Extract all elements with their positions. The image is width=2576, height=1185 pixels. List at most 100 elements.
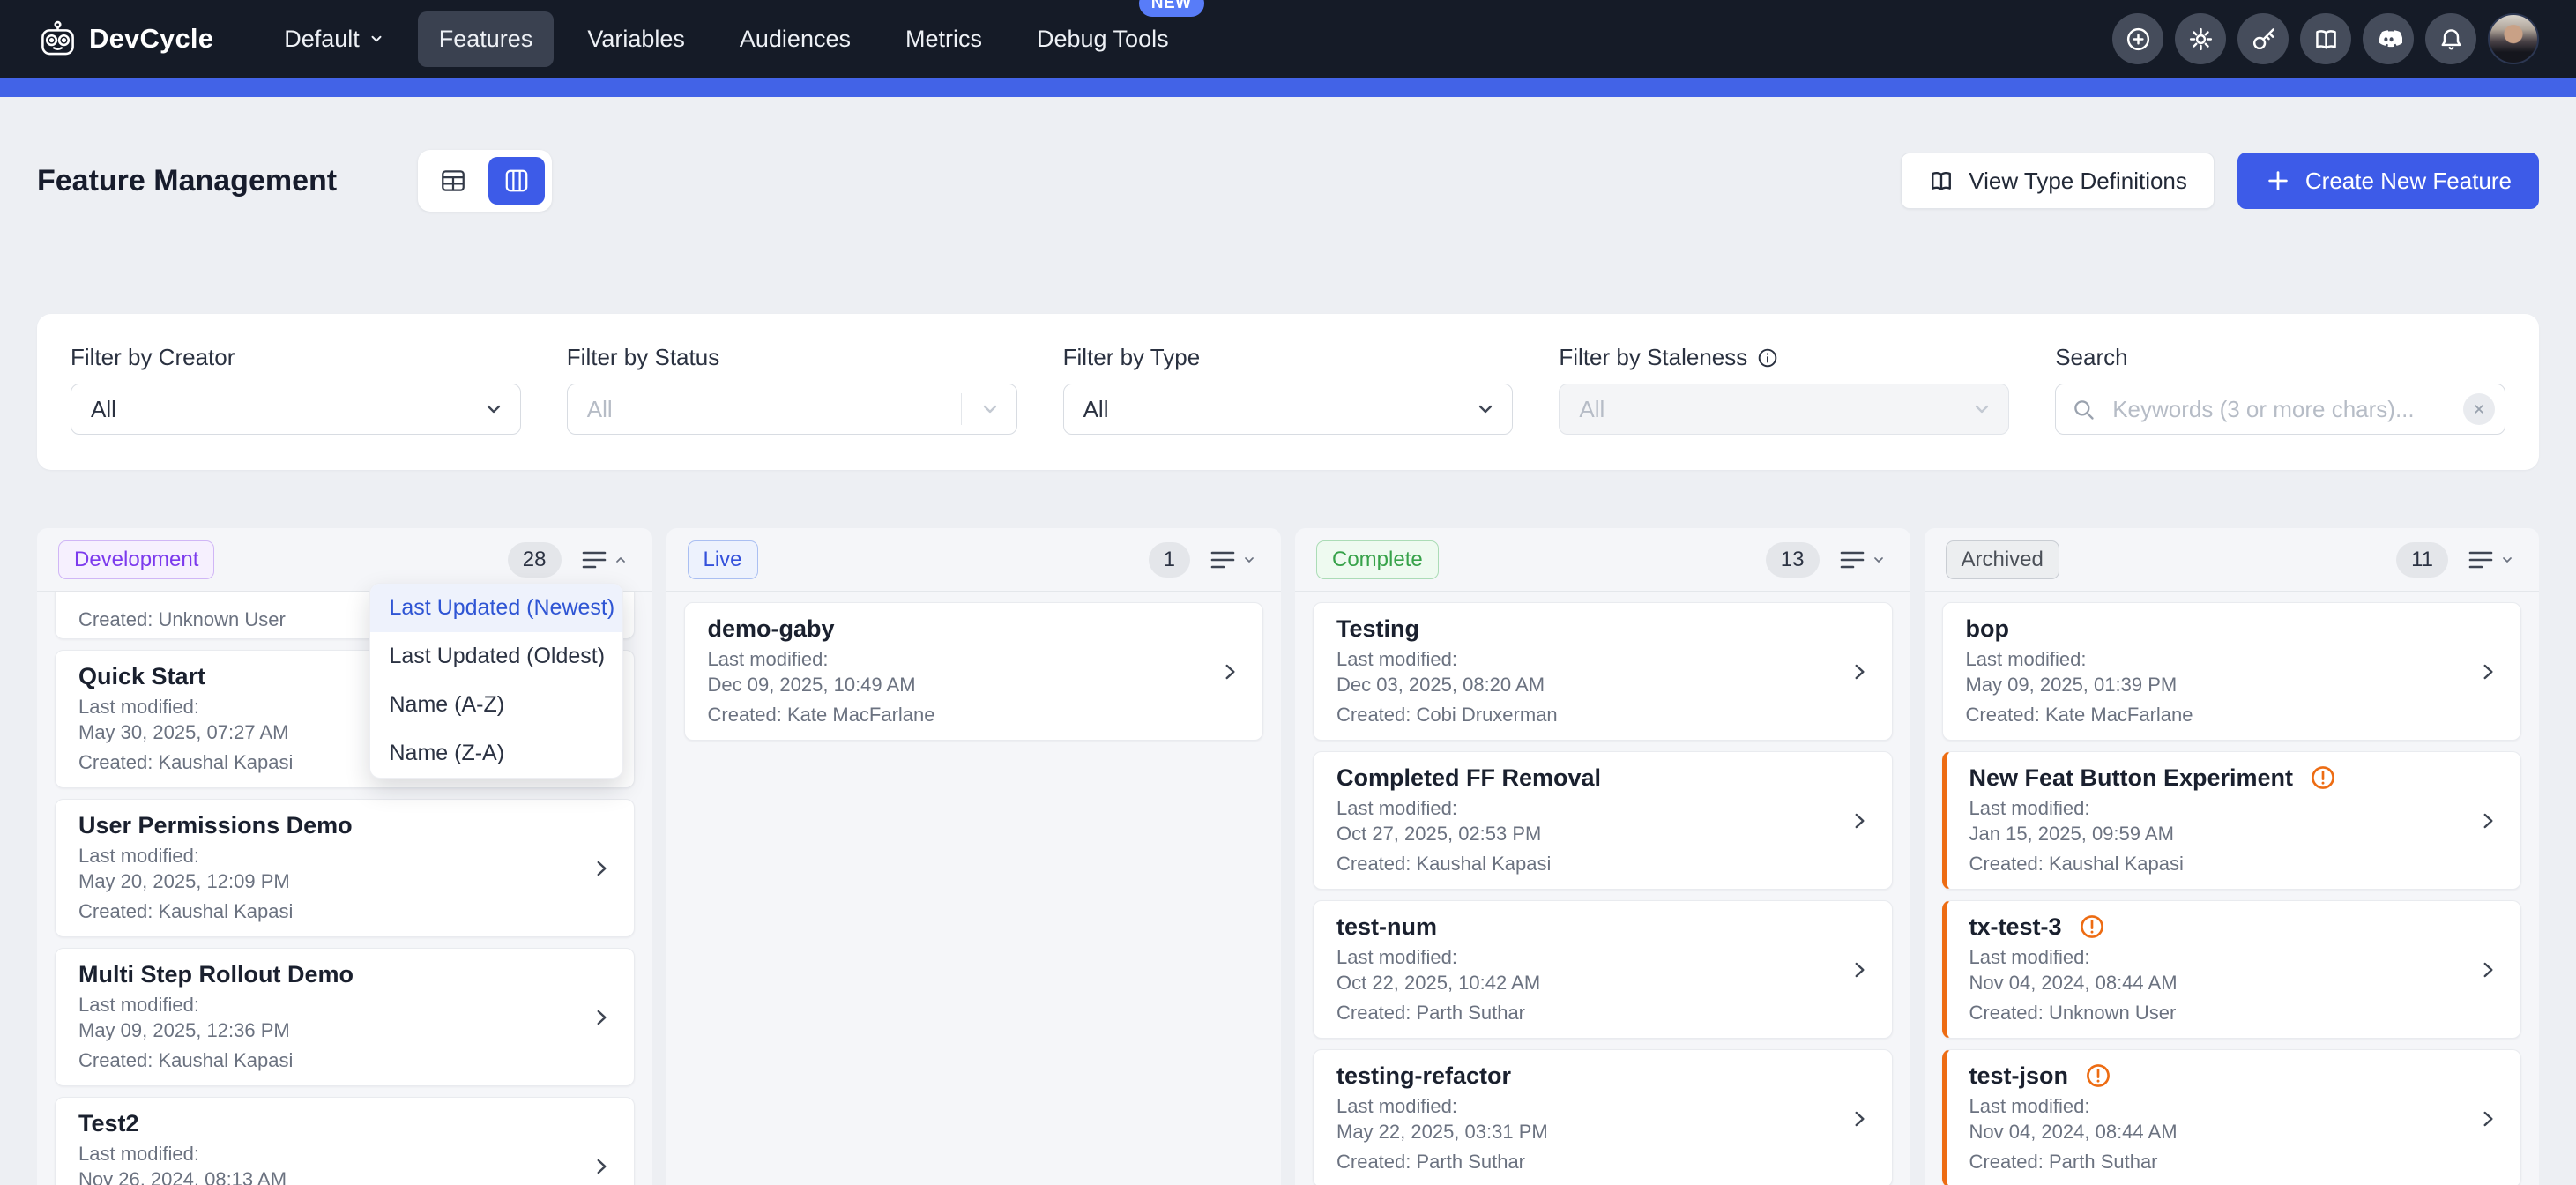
column-count-badge: 11 bbox=[2396, 542, 2448, 578]
card-title-row: demo-gaby bbox=[708, 614, 1202, 644]
card-last-modified-date: Dec 09, 2025, 10:49 AM bbox=[708, 673, 1202, 697]
feature-card[interactable]: Multi Step Rollout DemoLast modified:May… bbox=[55, 948, 635, 1086]
chevron-right-icon bbox=[590, 854, 613, 883]
filter-staleness-select[interactable]: All bbox=[1559, 384, 2009, 435]
filter-type-select[interactable]: All bbox=[1063, 384, 1514, 435]
chevron-right-icon bbox=[1848, 658, 1871, 686]
user-avatar[interactable] bbox=[2488, 13, 2539, 64]
feature-card[interactable]: test-jsonLast modified:Nov 04, 2024, 08:… bbox=[1942, 1049, 2522, 1185]
feature-card[interactable]: User Permissions DemoLast modified:May 2… bbox=[55, 799, 635, 937]
filter-staleness-label: Filter by Staleness bbox=[1559, 344, 1747, 371]
card-last-modified-date: Jan 15, 2025, 09:59 AM bbox=[1969, 822, 2460, 846]
caret-up-icon bbox=[614, 553, 628, 567]
sort-option[interactable]: Last Updated (Oldest) bbox=[370, 632, 622, 681]
feature-card[interactable]: bopLast modified:May 09, 2025, 01:39 PMC… bbox=[1942, 602, 2522, 741]
card-created-by: Created: Parth Suthar bbox=[1336, 1150, 1830, 1174]
settings-gear-icon[interactable] bbox=[2175, 13, 2226, 64]
card-last-modified-label: Last modified: bbox=[1969, 796, 2460, 821]
info-icon bbox=[1756, 347, 1779, 369]
column-sort-button[interactable] bbox=[1206, 545, 1260, 575]
nav-item-audiences[interactable]: Audiences bbox=[718, 11, 872, 67]
card-last-modified-label: Last modified: bbox=[1336, 647, 1830, 672]
sort-option[interactable]: Last Updated (Newest)✓ bbox=[370, 584, 622, 632]
feature-card-title: Completed FF Removal bbox=[1336, 763, 1601, 793]
filter-status-select[interactable]: All bbox=[567, 384, 1017, 435]
nav-item-label: Metrics bbox=[905, 26, 982, 53]
create-new-feature-button[interactable]: Create New Feature bbox=[2237, 153, 2539, 209]
feature-card[interactable]: demo-gabyLast modified:Dec 09, 2025, 10:… bbox=[684, 602, 1264, 741]
view-type-definitions-label: View Type Definitions bbox=[1969, 168, 2187, 195]
kanban-view-button[interactable] bbox=[488, 157, 545, 205]
board-column-live: Live1demo-gabyLast modified:Dec 09, 2025… bbox=[666, 528, 1282, 1185]
sort-option[interactable]: Name (Z-A) bbox=[370, 729, 622, 778]
feature-card-title: testing-refactor bbox=[1336, 1061, 1511, 1091]
feature-card-title: Test2 bbox=[78, 1108, 139, 1138]
feature-card[interactable]: TestingLast modified:Dec 03, 2025, 08:20… bbox=[1313, 602, 1893, 741]
nav-item-variables[interactable]: Variables bbox=[566, 11, 706, 67]
chevron-right-icon bbox=[1848, 956, 1871, 984]
column-count-badge: 13 bbox=[1766, 542, 1820, 578]
top-navbar: DevCycle Default Features Variables Audien… bbox=[0, 0, 2576, 78]
sort-lines-icon bbox=[1210, 548, 1236, 571]
view-type-definitions-button[interactable]: View Type Definitions bbox=[1901, 153, 2215, 209]
docs-book-icon[interactable] bbox=[2300, 13, 2351, 64]
new-badge: NEW bbox=[1139, 0, 1204, 17]
add-circle-icon[interactable] bbox=[2112, 13, 2163, 64]
card-created-by: Created: Unknown User bbox=[1969, 1001, 2460, 1025]
filter-creator-select[interactable]: All bbox=[71, 384, 521, 435]
chevron-down-icon bbox=[979, 399, 1001, 420]
feature-card[interactable]: Completed FF RemovalLast modified:Oct 27… bbox=[1313, 751, 1893, 890]
project-selector[interactable]: Default bbox=[263, 11, 406, 67]
feature-card-title: Quick Start bbox=[78, 661, 205, 691]
card-last-modified-label: Last modified: bbox=[1966, 647, 2460, 672]
card-title-row: User Permissions Demo bbox=[78, 810, 572, 840]
nav-item-label: Debug Tools bbox=[1037, 26, 1169, 53]
sort-option[interactable]: Name (A-Z) bbox=[370, 681, 622, 729]
feature-card[interactable]: test-numLast modified:Oct 22, 2025, 10:4… bbox=[1313, 900, 1893, 1039]
filter-creator-group: Filter by Creator All bbox=[71, 344, 521, 435]
chevron-right-icon bbox=[1218, 658, 1241, 686]
board-column-complete: Complete13TestingLast modified:Dec 03, 2… bbox=[1295, 528, 1910, 1185]
column-sort-button[interactable] bbox=[577, 545, 631, 575]
card-last-modified-date: Nov 04, 2024, 08:44 AM bbox=[1969, 1120, 2460, 1144]
filter-type-label: Filter by Type bbox=[1063, 344, 1514, 371]
notifications-bell-icon[interactable] bbox=[2425, 13, 2476, 64]
search-input[interactable] bbox=[2055, 384, 2505, 435]
devcycle-logo[interactable]: DevCycle bbox=[37, 19, 213, 60]
chevron-right-icon bbox=[1218, 658, 1241, 686]
column-sort-button[interactable] bbox=[2464, 545, 2518, 575]
brand-name: DevCycle bbox=[89, 23, 213, 55]
discord-icon[interactable] bbox=[2363, 13, 2414, 64]
chevron-right-icon bbox=[590, 1152, 613, 1181]
feature-card[interactable]: testing-refactorLast modified:May 22, 20… bbox=[1313, 1049, 1893, 1185]
page-title: Feature Management bbox=[37, 164, 337, 198]
accent-strip bbox=[0, 78, 2576, 97]
view-mode-toggle bbox=[418, 150, 552, 212]
clear-search-button[interactable] bbox=[2463, 393, 2495, 425]
create-new-feature-label: Create New Feature bbox=[2305, 168, 2512, 195]
card-title-row: New Feat Button Experiment bbox=[1969, 763, 2460, 793]
chevron-right-icon bbox=[2476, 807, 2499, 835]
card-created-by: Created: Kaushal Kapasi bbox=[78, 1048, 572, 1073]
filter-creator-label: Filter by Creator bbox=[71, 344, 521, 371]
nav-item-label: Variables bbox=[587, 26, 685, 53]
column-sort-button[interactable] bbox=[1835, 545, 1889, 575]
filter-staleness-placeholder: All bbox=[1579, 396, 1604, 423]
feature-card[interactable]: Test2Last modified:Nov 26, 2024, 08:13 A… bbox=[55, 1097, 635, 1185]
card-created-by: Created: Kaushal Kapasi bbox=[78, 899, 572, 924]
chevron-right-icon bbox=[1848, 658, 1871, 686]
nav-item-debug-tools[interactable]: Debug ToolsNEW bbox=[1016, 11, 1190, 67]
chevron-right-icon bbox=[590, 1003, 613, 1032]
card-last-modified-date: Nov 26, 2024, 08:13 AM bbox=[78, 1167, 572, 1185]
book-icon bbox=[1928, 168, 1954, 194]
stale-warning-icon bbox=[2309, 764, 2337, 792]
nav-item-features[interactable]: Features bbox=[418, 11, 555, 67]
table-view-button[interactable] bbox=[425, 157, 481, 205]
feature-card[interactable]: tx-test-3Last modified:Nov 04, 2024, 08:… bbox=[1942, 900, 2522, 1039]
feature-card[interactable]: New Feat Button Experiment Last modified:… bbox=[1942, 751, 2522, 890]
card-created-by: Created: Cobi Druxerman bbox=[1336, 703, 1830, 727]
kanban-board: Development28Created: Unknown UserQuick … bbox=[0, 528, 2576, 1185]
kanban-view-icon bbox=[503, 167, 531, 195]
key-icon[interactable] bbox=[2237, 13, 2289, 64]
nav-item-metrics[interactable]: Metrics bbox=[884, 11, 1003, 67]
